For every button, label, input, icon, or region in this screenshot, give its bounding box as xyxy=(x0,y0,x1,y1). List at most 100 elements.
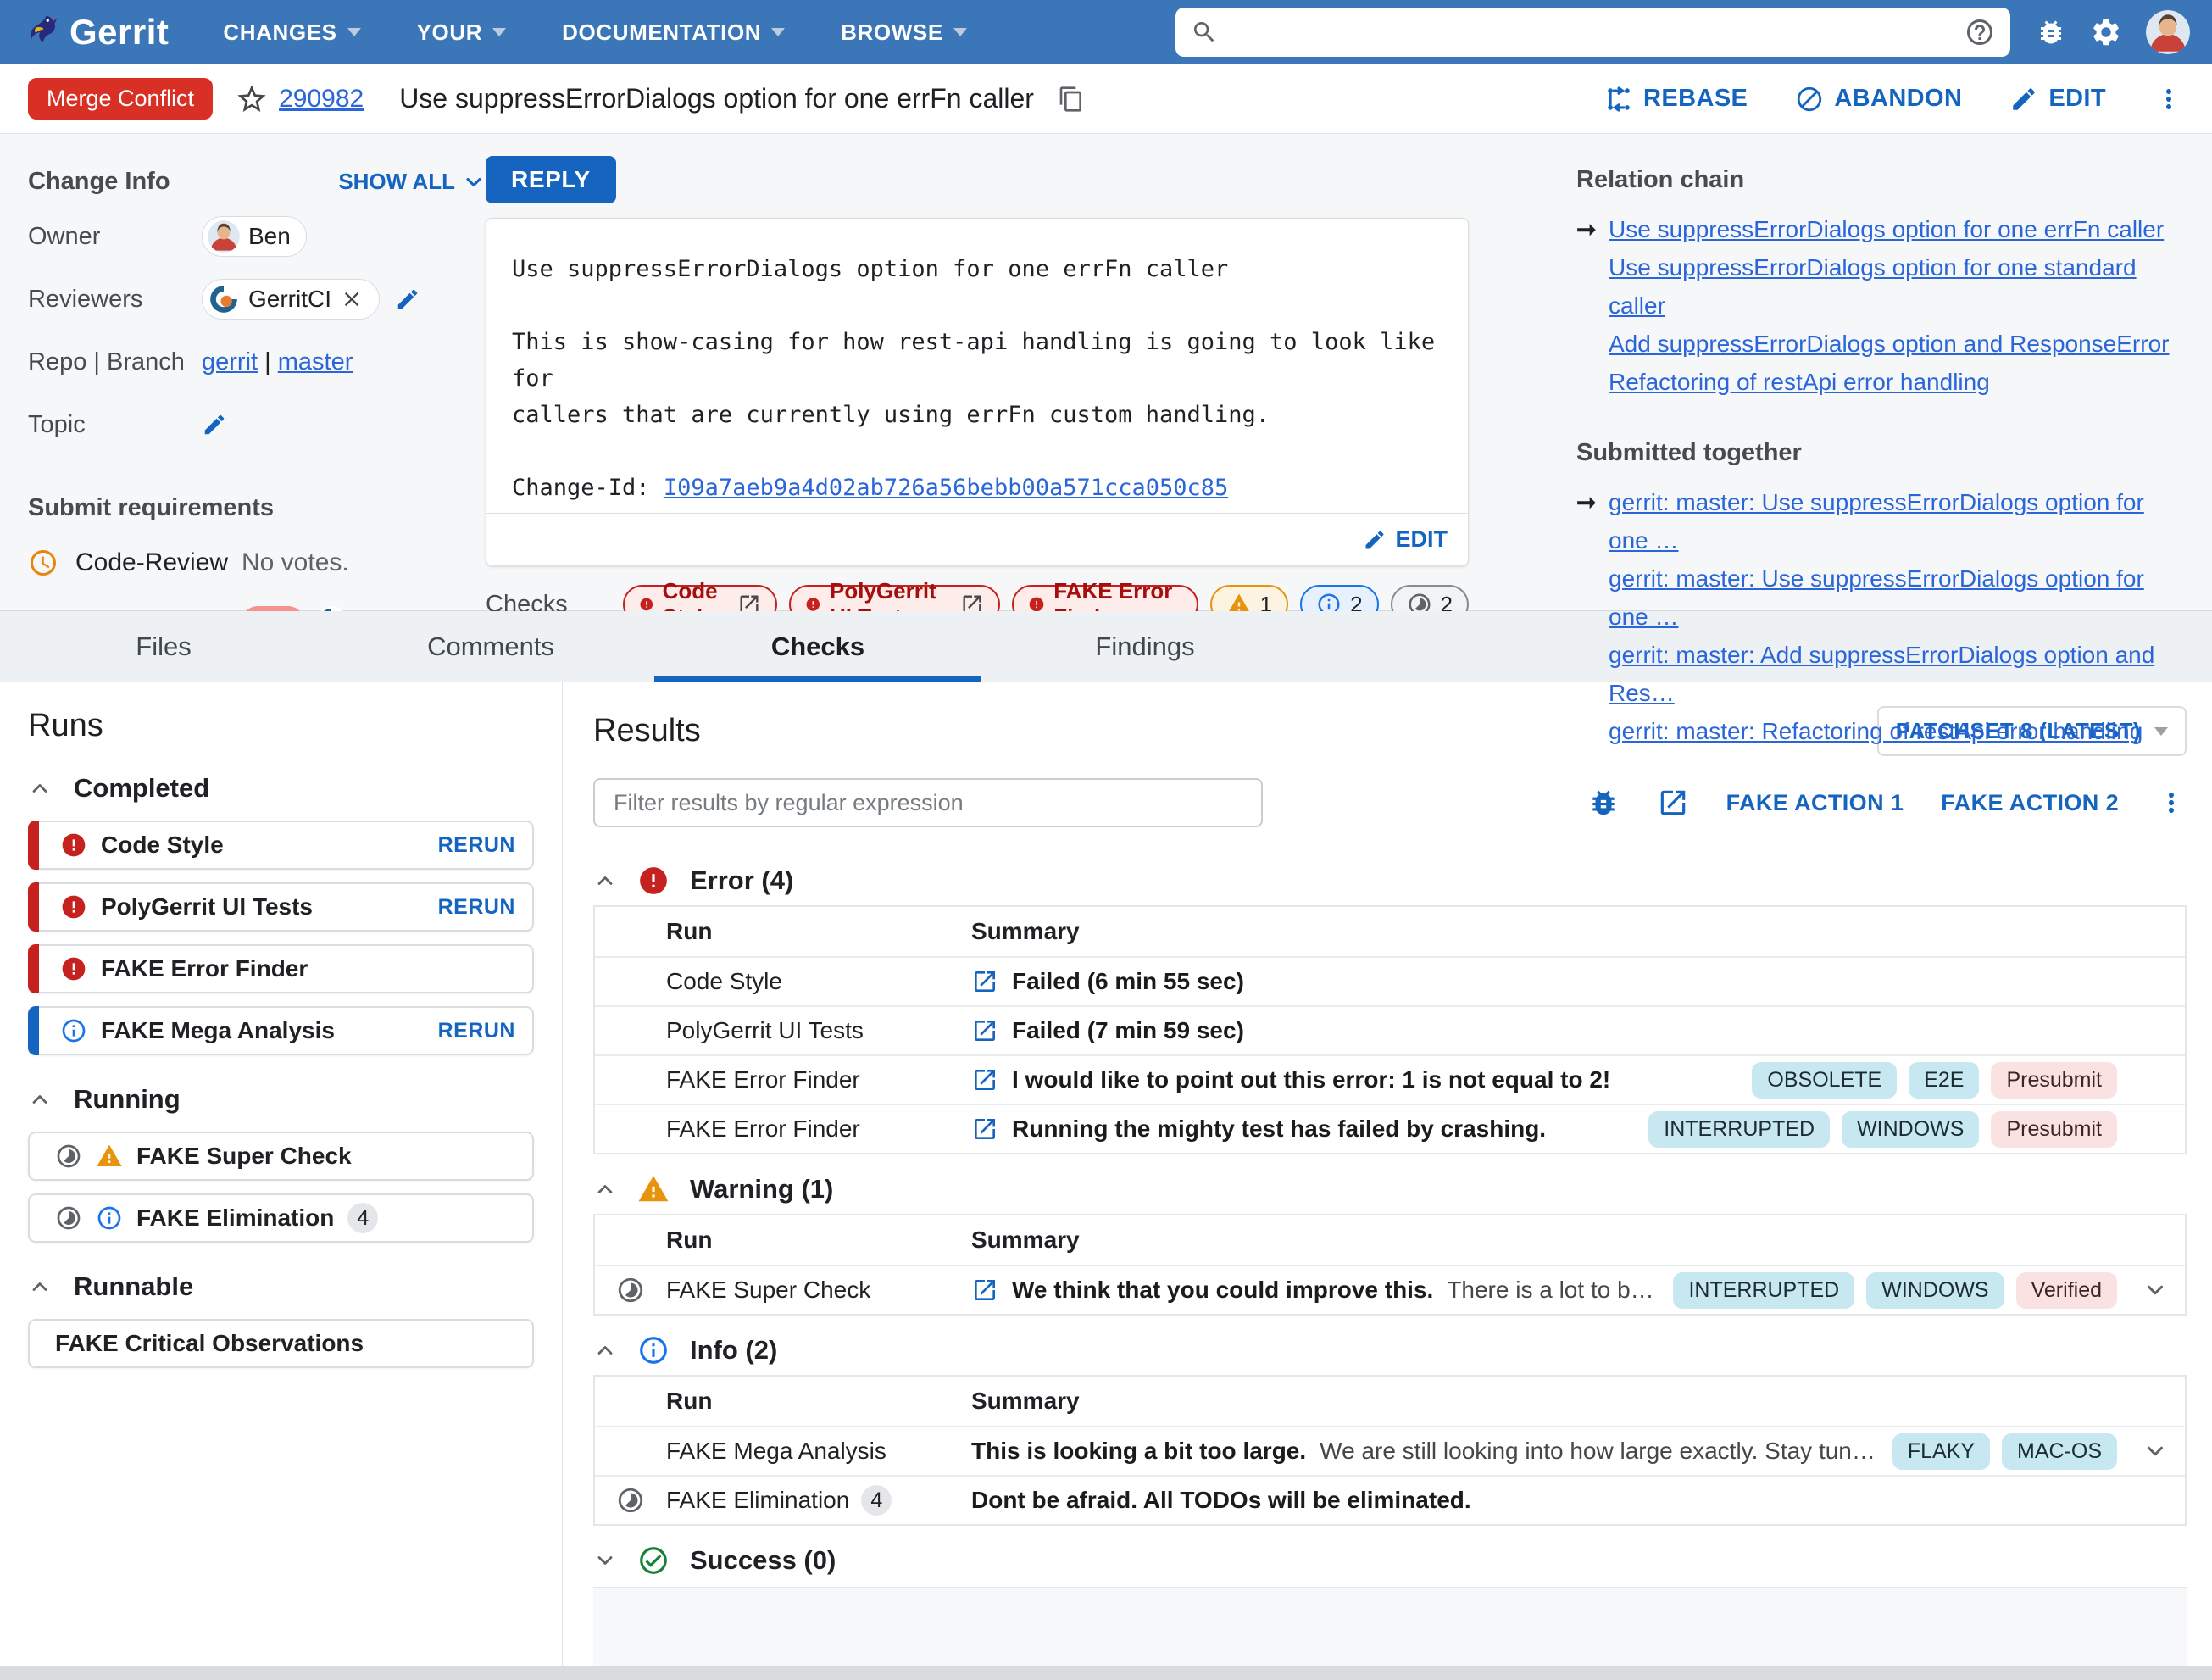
gerritci-avatar xyxy=(208,283,240,315)
fake-action-2-button[interactable]: FAKE ACTION 2 xyxy=(1941,790,2119,816)
rerun-button[interactable]: RERUN xyxy=(438,895,532,920)
run-card-fake-critical-observations[interactable]: FAKE Critical Observations xyxy=(28,1319,534,1368)
relation-item: Refactoring of restApi error handling xyxy=(1609,369,1990,395)
remove-reviewer-icon[interactable] xyxy=(340,287,364,311)
help-icon[interactable] xyxy=(1965,17,1995,47)
bug-report-icon[interactable] xyxy=(1587,787,1620,819)
search-box xyxy=(1175,8,2010,57)
nav-your[interactable]: YOUR xyxy=(417,19,507,46)
external-link-icon[interactable] xyxy=(971,1017,998,1044)
more-options-icon[interactable] xyxy=(2156,787,2187,818)
commit-message-panel: REPLY Use suppressErrorDialogs option fo… xyxy=(486,156,1470,681)
expand-row-icon[interactable] xyxy=(2143,1438,2168,1464)
tab-files[interactable]: Files xyxy=(0,611,327,682)
gerrit-bird-icon xyxy=(22,14,59,51)
fake-action-1-button[interactable]: FAKE ACTION 1 xyxy=(1726,790,1904,816)
nav-changes[interactable]: CHANGES xyxy=(223,19,361,46)
owner-chip[interactable]: Ben xyxy=(202,216,307,257)
submitted-together-heading: Submitted together xyxy=(1576,439,1802,466)
result-tag: INTERRUPTED xyxy=(1648,1110,1831,1148)
window-scrollbar-strip[interactable] xyxy=(0,1666,2212,1680)
run-card-code-style[interactable]: Code Style RERUN xyxy=(28,821,534,870)
edit-button[interactable]: EDIT xyxy=(2009,85,2106,114)
gerrit-app: Gerrit CHANGES YOUR DOCUMENTATION BROWSE xyxy=(0,0,2212,1680)
submitted-item: ➞ gerrit: master: Use suppressErrorDialog… xyxy=(1576,486,2187,562)
error-icon xyxy=(62,833,86,857)
chevron-down-icon xyxy=(771,28,786,36)
rerun-button[interactable]: RERUN xyxy=(438,833,532,858)
error-section-header[interactable]: Error (4) xyxy=(593,865,2187,897)
edit-commit-message-button[interactable]: EDIT xyxy=(1363,526,1448,553)
reviewer-chip[interactable]: GerritCI xyxy=(202,279,380,320)
star-icon[interactable] xyxy=(235,82,269,116)
change-info-panel: Change Info SHOW ALL Owner Ben Reviewers xyxy=(28,156,486,698)
branch-link[interactable]: master xyxy=(278,348,353,375)
chevron-down-icon xyxy=(492,28,507,36)
relation-chain-list: ➞ Use suppressErrorDialogs option for one… xyxy=(1576,213,2187,403)
relation-item: Use suppressErrorDialogs option for one … xyxy=(1609,254,2137,319)
change-id-link[interactable]: I09a7aeb9a4d02ab726a56bebb00a571cca050c8… xyxy=(664,475,1228,501)
run-card-fake-mega-analysis[interactable]: FAKE Mega Analysis RERUN xyxy=(28,1006,534,1055)
external-link-icon[interactable] xyxy=(971,1066,998,1093)
info-section-header[interactable]: Info (2) xyxy=(593,1334,2187,1366)
rebase-button[interactable]: REBASE xyxy=(1604,85,1748,114)
more-options-icon[interactable] xyxy=(2154,84,2184,114)
result-tag: FLAKY xyxy=(1892,1432,1990,1470)
tab-findings[interactable]: Findings xyxy=(981,611,1309,682)
current-change-arrow: ➞ xyxy=(1576,216,1597,242)
copy-icon[interactable] xyxy=(1058,86,1085,113)
expand-row-icon[interactable] xyxy=(2143,1277,2168,1303)
search-input[interactable] xyxy=(1230,19,1953,46)
external-link-icon[interactable] xyxy=(1657,787,1689,819)
error-icon xyxy=(62,957,86,981)
show-all-button[interactable]: SHOW ALL xyxy=(338,169,486,195)
relation-item: Add suppressErrorDialogs option and Resp… xyxy=(1609,331,2170,357)
relation-chain-heading: Relation chain xyxy=(1576,166,1745,193)
results-title: Results xyxy=(593,713,701,748)
run-card-polygerrit-ui-tests[interactable]: PolyGerrit UI Tests RERUN xyxy=(28,882,534,932)
change-actions: REBASE ABANDON EDIT xyxy=(1604,84,2184,114)
change-metadata: Change Info SHOW ALL Owner Ben Reviewers xyxy=(0,134,2212,744)
change-info-heading: Change Info xyxy=(28,168,170,195)
result-row: FAKE Error Finder I would like to point … xyxy=(595,1054,2185,1104)
bug-report-icon[interactable] xyxy=(2036,17,2066,47)
attempts-badge: 4 xyxy=(347,1203,379,1233)
current-change-arrow: ➞ xyxy=(1576,489,1597,515)
repo-link[interactable]: gerrit xyxy=(202,348,258,375)
tab-checks[interactable]: Checks xyxy=(654,611,981,682)
user-avatar[interactable] xyxy=(2146,10,2190,54)
status-bar xyxy=(28,882,39,932)
edit-topic-icon[interactable] xyxy=(202,412,227,437)
gerrit-logo[interactable]: Gerrit xyxy=(22,12,169,53)
run-card-fake-elimination[interactable]: FAKE Elimination 4 xyxy=(28,1193,534,1243)
external-link-icon[interactable] xyxy=(971,1277,998,1304)
runnable-group-header[interactable]: Runnable xyxy=(28,1271,534,1302)
attempts-badge: 4 xyxy=(861,1485,892,1516)
run-card-fake-super-check[interactable]: FAKE Super Check xyxy=(28,1132,534,1181)
abandon-button[interactable]: ABANDON xyxy=(1795,85,1962,114)
nav-documentation[interactable]: DOCUMENTATION xyxy=(562,19,786,46)
result-row: FAKE Super Check We think that you could… xyxy=(595,1265,2185,1314)
tab-comments[interactable]: Comments xyxy=(327,611,654,682)
warning-results-table: Run Summary FAKE Super Check We think th… xyxy=(593,1214,2187,1316)
change-number-link[interactable]: 290982 xyxy=(279,85,364,114)
running-group-header[interactable]: Running xyxy=(28,1084,534,1115)
nav-browse[interactable]: BROWSE xyxy=(841,19,967,46)
settings-gear-icon[interactable] xyxy=(2090,16,2122,48)
submitted-item: gerrit: master: Refactoring of restApi e… xyxy=(1609,718,2143,744)
success-section-header[interactable]: Success (0) xyxy=(593,1544,2187,1577)
edit-reviewers-icon[interactable] xyxy=(395,286,420,312)
chevron-up-icon xyxy=(597,1346,613,1355)
reply-button[interactable]: REPLY xyxy=(486,156,616,203)
in-progress-icon xyxy=(616,1276,645,1305)
rerun-button[interactable]: RERUN xyxy=(438,1019,532,1043)
completed-group-header[interactable]: Completed xyxy=(28,773,534,804)
warning-section-header[interactable]: Warning (1) xyxy=(593,1173,2187,1205)
external-link-icon[interactable] xyxy=(971,968,998,995)
relation-panel: Relation chain ➞ Use suppressErrorDialogs… xyxy=(1576,156,2190,744)
run-card-fake-error-finder[interactable]: FAKE Error Finder xyxy=(28,944,534,993)
result-tag: E2E xyxy=(1909,1061,1980,1099)
external-link-icon[interactable] xyxy=(971,1115,998,1143)
results-filter-input[interactable] xyxy=(593,778,1263,827)
result-tag: MAC-OS xyxy=(2002,1432,2117,1470)
